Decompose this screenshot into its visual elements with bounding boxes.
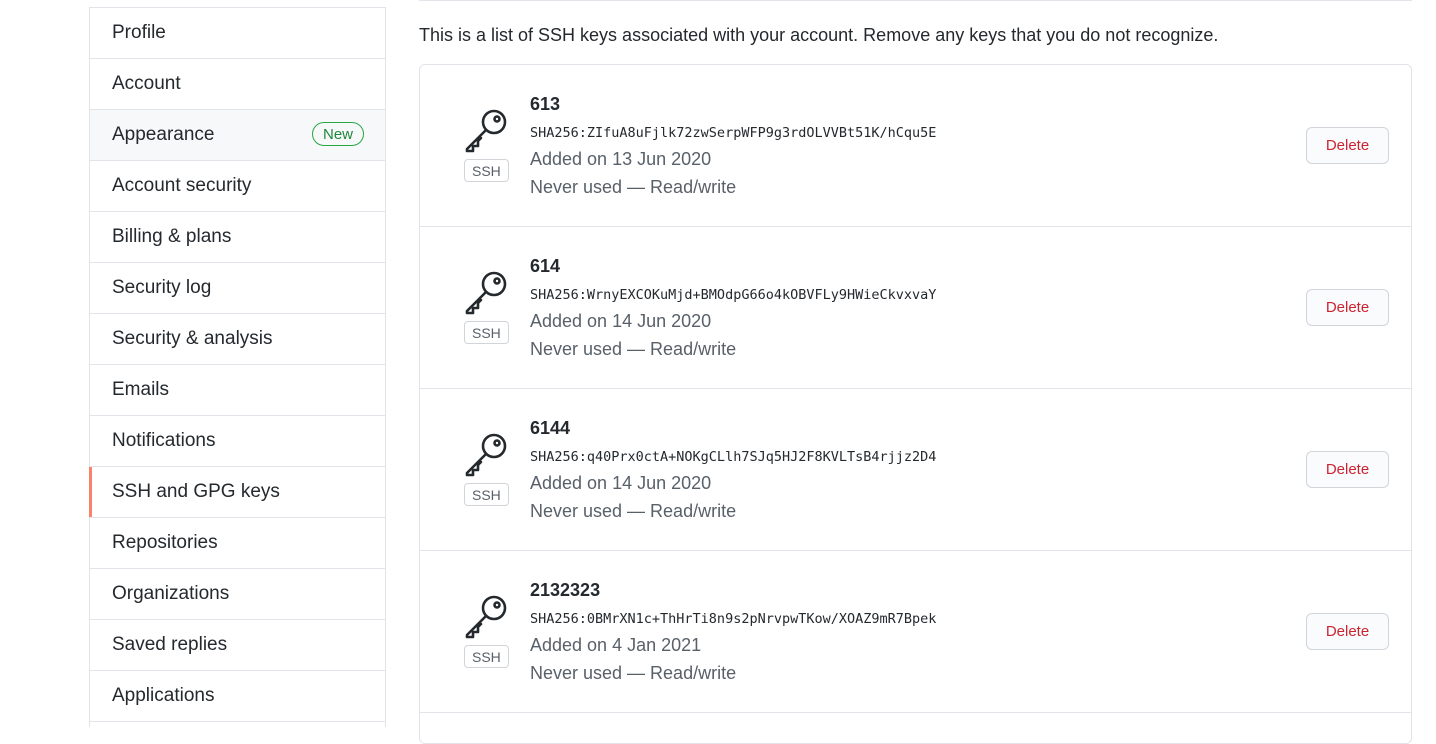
key-usage: Never used — Read/write [530, 501, 737, 521]
key-icon [465, 109, 507, 153]
key-fingerprint: SHA256:WrnyEXCOKuMjd+BMOdpG66o4kOBVFLy9H… [530, 287, 937, 303]
key-icon [465, 595, 507, 639]
sidebar-item-label: Account security [112, 175, 252, 196]
sidebar-item-organizations[interactable]: Organizations [90, 569, 385, 620]
ssh-type-label: SSH [464, 645, 509, 668]
ssh-key-row: SSH 6144 SHA256:q40Prx0ctA+NOKgCLlh7SJq5… [420, 389, 1411, 551]
key-fingerprint: SHA256:0BMrXN1c+ThHrTi8n9s2pNrvpwTKow/XO… [530, 611, 937, 627]
sidebar-item-label: Emails [112, 379, 170, 400]
sidebar-item-label: Profile [112, 22, 166, 43]
key-added-date: Added on 14 Jun 2020 [530, 311, 712, 331]
sidebar-item-security-log[interactable]: Security log [90, 263, 385, 314]
key-title: 2132323 [530, 580, 601, 600]
key-added-date: Added on 4 Jan 2021 [530, 635, 702, 655]
delete-key-button[interactable]: Delete [1306, 451, 1389, 488]
key-added-date: Added on 14 Jun 2020 [530, 473, 712, 493]
sidebar-item-billing-plans[interactable]: Billing & plans [90, 212, 385, 263]
sidebar-item-label: Repositories [112, 532, 218, 553]
sidebar-item-label: Notifications [112, 430, 216, 451]
sidebar-item-emails[interactable]: Emails [90, 365, 385, 416]
sidebar-item-applications[interactable]: Applications [90, 671, 385, 722]
sidebar-item-label: Organizations [112, 583, 230, 604]
sidebar-item-security-analysis[interactable]: Security & analysis [90, 314, 385, 365]
sidebar-item-label: Saved replies [112, 634, 228, 655]
ssh-keys-intro: This is a list of SSH keys associated wi… [419, 25, 1219, 45]
key-added-date: Added on 13 Jun 2020 [530, 149, 712, 169]
delete-key-button[interactable]: Delete [1306, 127, 1389, 164]
sidebar-item-account-security[interactable]: Account security [90, 161, 385, 212]
sidebar-item-label: Applications [112, 685, 215, 706]
ssh-type-label: SSH [464, 483, 509, 506]
sidebar-item-notifications[interactable]: Notifications [90, 416, 385, 467]
key-icon [465, 433, 507, 477]
key-title: 614 [530, 256, 561, 276]
new-badge: New [311, 122, 364, 146]
delete-key-button[interactable]: Delete [1306, 289, 1389, 326]
sidebar-item-ssh-gpg-keys[interactable]: SSH and GPG keys [89, 467, 385, 518]
key-usage: Never used — Read/write [530, 177, 737, 197]
ssh-type-label: SSH [464, 159, 509, 182]
delete-key-button[interactable]: Delete [1306, 613, 1389, 650]
sidebar-item-saved-replies[interactable]: Saved replies [90, 620, 385, 671]
sidebar-item-appearance[interactable]: Appearance New [90, 110, 385, 161]
sidebar-item-label: Account [112, 73, 181, 94]
settings-sidebar: Profile Account Appearance New Account s… [89, 7, 386, 727]
sidebar-item-profile[interactable]: Profile [90, 8, 385, 59]
key-usage: Never used — Read/write [530, 663, 737, 683]
ssh-key-row: SSH 2132323 SHA256:0BMrXN1c+ThHrTi8n9s2p… [420, 551, 1411, 713]
ssh-key-row: SSH 614 SHA256:WrnyEXCOKuMjd+BMOdpG66o4k… [420, 227, 1411, 389]
sidebar-item-label: Billing & plans [112, 226, 232, 247]
ssh-key-row: SSH 613 SHA256:ZIfuA8uFjlk72zwSerpWFP9g3… [420, 65, 1411, 227]
section-divider [419, 0, 1412, 1]
key-title: 613 [530, 94, 561, 114]
key-icon [465, 271, 507, 315]
key-fingerprint: SHA256:q40Prx0ctA+NOKgCLlh7SJq5HJ2F8KVLT… [530, 449, 937, 465]
sidebar-item-account[interactable]: Account [90, 59, 385, 110]
sidebar-item-label: Appearance [112, 124, 215, 145]
ssh-type-label: SSH [464, 321, 509, 344]
key-usage: Never used — Read/write [530, 339, 737, 359]
key-title: 6144 [530, 418, 571, 438]
sidebar-item-repositories[interactable]: Repositories [90, 518, 385, 569]
sidebar-item-label: Security & analysis [112, 328, 273, 349]
key-fingerprint: SHA256:ZIfuA8uFjlk72zwSerpWFP9g3rdOLVVBt… [530, 125, 937, 141]
sidebar-item-label: SSH and GPG keys [112, 481, 280, 502]
sidebar-item-label: Security log [112, 277, 212, 298]
ssh-keys-list: SSH 613 SHA256:ZIfuA8uFjlk72zwSerpWFP9g3… [419, 64, 1412, 744]
